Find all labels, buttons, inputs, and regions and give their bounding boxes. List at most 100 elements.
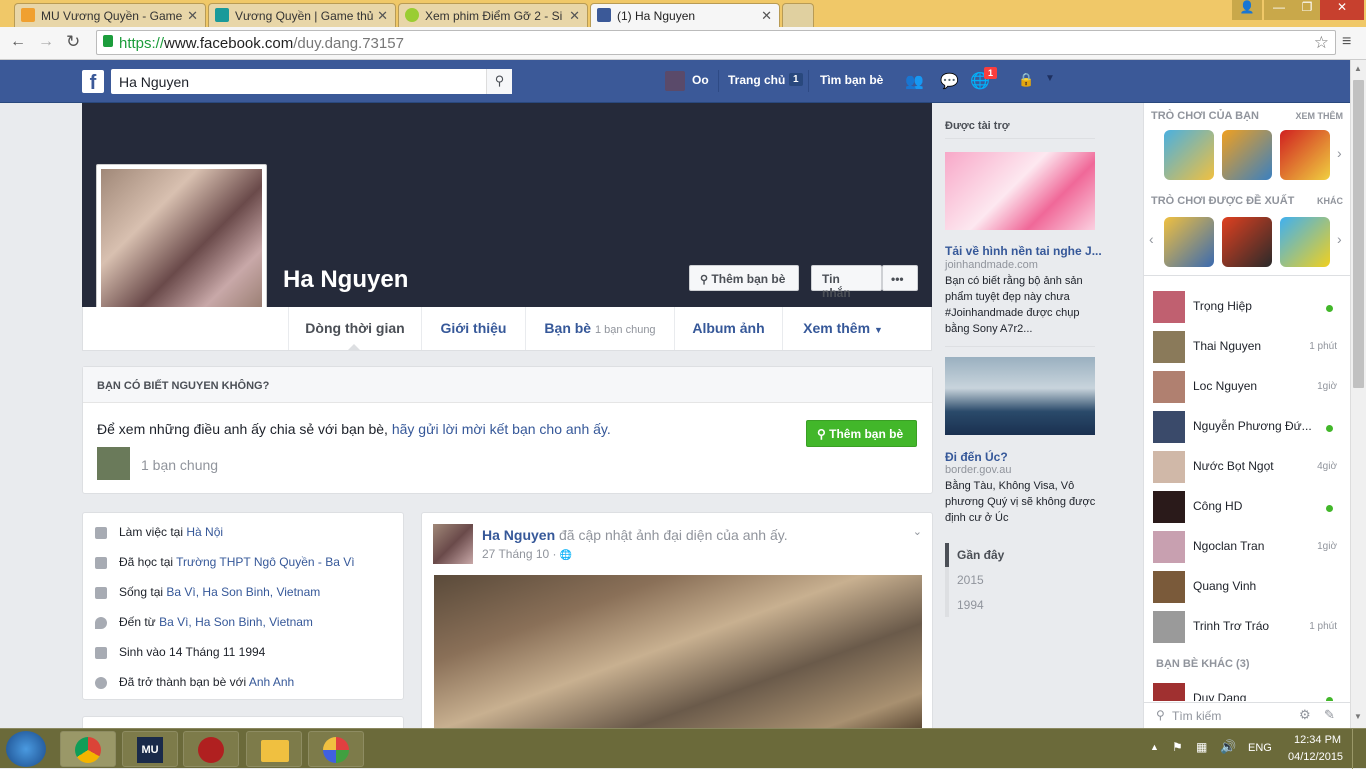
compose-icon[interactable]: ✎: [1324, 707, 1335, 723]
close-icon[interactable]: ✕: [377, 8, 388, 24]
scrollbar-thumb[interactable]: [1353, 80, 1364, 388]
year-1994[interactable]: 1994: [957, 598, 984, 612]
mutual-friends-link[interactable]: 1 bạn chung: [141, 457, 218, 473]
ad-title[interactable]: Đi đến Úc?: [945, 450, 1008, 464]
chat-friend[interactable]: Quang Vinh: [1144, 567, 1351, 607]
mutual-friend-avatar[interactable]: [97, 447, 130, 480]
send-request-link[interactable]: hãy gửi lời mời kết bạn cho anh ấy.: [392, 421, 611, 437]
ad-title[interactable]: Tải về hình nền tai nghe J...: [945, 244, 1102, 258]
flag-icon[interactable]: ⚑: [1172, 740, 1183, 754]
game-icon[interactable]: [1222, 130, 1272, 180]
clock-time[interactable]: 12:34 PM: [1294, 734, 1341, 746]
post-timestamp[interactable]: 27 Tháng 10 · 🌐: [482, 547, 572, 561]
post-photo[interactable]: [434, 575, 922, 745]
suggested-more-link[interactable]: KHÁC: [1317, 196, 1343, 206]
chrome-taskbar-icon[interactable]: [60, 731, 116, 767]
start-button[interactable]: [6, 731, 46, 767]
ad-domain[interactable]: border.gov.au: [945, 464, 1011, 476]
close-icon[interactable]: ✕: [761, 8, 772, 24]
message-button[interactable]: Tin nhắn: [811, 265, 882, 300]
chat-friend[interactable]: Trọng Hiệp: [1144, 287, 1351, 327]
browser-tab-active[interactable]: (1) Ha Nguyen ✕: [590, 3, 780, 27]
volume-icon[interactable]: 🔊: [1220, 739, 1236, 755]
find-friends-link[interactable]: Tìm bạn bè: [820, 73, 883, 87]
scroll-up-icon[interactable]: ▲: [1354, 64, 1362, 73]
chat-friend[interactable]: Duy Dang: [1144, 679, 1351, 701]
chat-friend[interactable]: Loc Nguyen 1giờ: [1144, 367, 1351, 407]
add-friend-button[interactable]: ⚲ Thêm bạn bè: [689, 265, 799, 291]
clock-date[interactable]: 04/12/2015: [1288, 751, 1343, 763]
game-icon[interactable]: [1164, 217, 1214, 267]
add-friend-green-button[interactable]: ⚲ Thêm bạn bè: [806, 420, 917, 447]
game-icon[interactable]: [1280, 130, 1330, 180]
search-icon[interactable]: ⚲: [486, 69, 512, 94]
chevron-down-icon[interactable]: ▼: [1045, 73, 1055, 84]
chat-friend[interactable]: Nước Bọt Ngọt 4giờ: [1144, 447, 1351, 487]
ad-domain[interactable]: joinhandmade.com: [945, 259, 1038, 271]
close-icon[interactable]: ✕: [569, 8, 580, 24]
browser-tab[interactable]: Vương Quyền | Game thủ ✕: [208, 3, 396, 27]
avatar[interactable]: [665, 71, 685, 91]
home-link[interactable]: Trang chủ: [728, 73, 785, 87]
intro-link[interactable]: Ba Vì, Ha Son Binh, Vietnam: [159, 615, 313, 629]
maximize-button[interactable]: ❐: [1292, 0, 1322, 20]
year-2015[interactable]: 2015: [957, 573, 984, 587]
game-icon[interactable]: [1280, 217, 1330, 267]
tab-friends[interactable]: Bạn bè 1 bạn chung: [525, 307, 674, 350]
close-icon[interactable]: ✕: [187, 8, 198, 24]
gear-icon[interactable]: ⚙: [1299, 707, 1311, 723]
paint-taskbar-icon[interactable]: [308, 731, 364, 767]
tab-about[interactable]: Giới thiệu: [421, 307, 525, 350]
mu-game-taskbar-icon[interactable]: MU: [122, 731, 178, 767]
game-icon[interactable]: [1222, 217, 1272, 267]
intro-link[interactable]: Ba Vì, Ha Son Binh, Vietnam: [166, 585, 320, 599]
chevron-down-icon[interactable]: ⌄: [913, 525, 922, 538]
forward-icon[interactable]: →: [38, 33, 54, 51]
intro-link[interactable]: Anh Anh: [249, 675, 294, 689]
intro-link[interactable]: Trường THPT Ngô Quyền - Ba Vì: [176, 555, 354, 569]
chevron-right-icon[interactable]: ›: [1337, 231, 1342, 247]
chat-search-bar[interactable]: ⚲ Tìm kiếm ⚙ ✎: [1144, 702, 1351, 728]
chat-friend[interactable]: Thai Nguyen 1 phút: [1144, 327, 1351, 367]
tray-arrow-icon[interactable]: ▲: [1150, 742, 1159, 752]
new-tab-button[interactable]: [782, 3, 814, 27]
friend-requests-icon[interactable]: 👥: [905, 72, 924, 90]
game-icon[interactable]: [1164, 130, 1214, 180]
game-taskbar-icon[interactable]: [183, 731, 239, 767]
show-desktop-button[interactable]: [1352, 729, 1366, 769]
tab-photos[interactable]: Album ảnh: [674, 307, 782, 350]
ad-image[interactable]: [945, 152, 1095, 230]
profile-link[interactable]: Oo: [692, 73, 709, 87]
post-author-link[interactable]: Ha Nguyen: [482, 527, 555, 543]
facebook-logo-icon[interactable]: f: [82, 70, 104, 94]
scroll-down-icon[interactable]: ▼: [1354, 712, 1362, 721]
intro-link[interactable]: Hà Nội: [186, 525, 223, 539]
address-bar[interactable]: https://www.facebook.com/duy.dang.73157 …: [96, 30, 1336, 55]
messages-icon[interactable]: 💬: [940, 72, 959, 90]
user-icon[interactable]: 👤: [1232, 0, 1262, 20]
more-options-button[interactable]: •••: [882, 265, 918, 291]
minimize-button[interactable]: —: [1264, 0, 1294, 20]
year-recent[interactable]: Gần đây: [957, 548, 1004, 562]
search-input[interactable]: Ha Nguyen ⚲: [111, 69, 512, 94]
star-icon[interactable]: ☆: [1314, 33, 1329, 53]
close-window-button[interactable]: ✕: [1320, 0, 1364, 20]
menu-icon[interactable]: ≡: [1342, 33, 1351, 51]
network-icon[interactable]: ▦: [1196, 740, 1207, 754]
games-more-link[interactable]: XEM THÊM: [1295, 111, 1343, 121]
explorer-taskbar-icon[interactable]: [246, 731, 302, 767]
browser-tab[interactable]: Xem phim Điểm Gỡ 2 - Si ✕: [398, 3, 588, 27]
chat-friend[interactable]: Nguyễn Phương Đứ...: [1144, 407, 1351, 447]
chat-friend[interactable]: Công HD: [1144, 487, 1351, 527]
scrollbar[interactable]: ▲ ▼: [1350, 60, 1366, 728]
ad-image[interactable]: [945, 357, 1095, 435]
chevron-right-icon[interactable]: ›: [1337, 145, 1342, 161]
post-avatar[interactable]: [433, 524, 473, 564]
back-icon[interactable]: ←: [10, 33, 26, 51]
chat-friend[interactable]: Ngoclan Tran 1giờ: [1144, 527, 1351, 567]
reload-icon[interactable]: ↻: [66, 32, 80, 52]
chevron-left-icon[interactable]: ‹: [1149, 231, 1154, 247]
tab-more[interactable]: Xem thêm ▼: [782, 307, 903, 350]
privacy-icon[interactable]: 🔒: [1018, 72, 1034, 88]
browser-tab[interactable]: MU Vương Quyền - Game ✕: [14, 3, 206, 27]
